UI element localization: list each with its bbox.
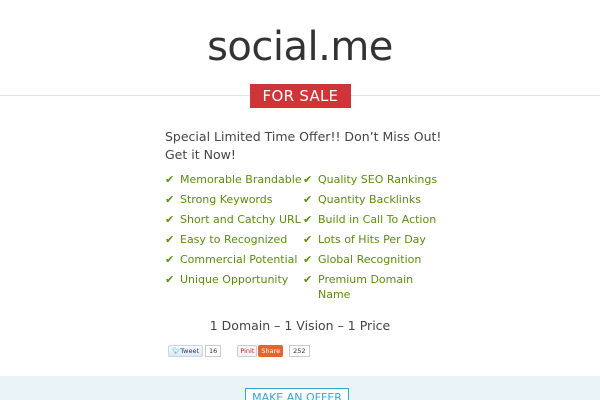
feature-item: ✔ Easy to Recognized <box>165 233 288 246</box>
social-buttons: 🐦︎Tweet 16 Pinit Share 252 <box>168 345 310 357</box>
feature-list: ✔ Memorable Brandable ✔ Strong Keywords ✔ S… <box>165 172 455 307</box>
check-icon: ✔ <box>303 193 313 206</box>
feature-item: ✔ Memorable Brandable <box>165 173 302 186</box>
offer-line-1: Special Limited Time Offer!! Don’t Miss … <box>165 129 442 144</box>
check-icon: ✔ <box>165 213 175 226</box>
feature-item: ✔ Commercial Potential <box>165 253 298 266</box>
check-icon: ✔ <box>165 273 175 286</box>
feature-column-right: ✔ Quality SEO Rankings ✔ Quantity Backlink… <box>303 172 441 307</box>
feature-item: ✔ Global Recognition <box>303 253 422 266</box>
for-sale-badge: FOR SALE <box>250 84 351 108</box>
header: social.me <box>0 0 600 96</box>
feature-item: ✔ Lots of Hits Per Day <box>303 233 426 246</box>
feature-item: ✔ Strong Keywords <box>165 193 273 206</box>
feature-item: ✔ Quantity Backlinks <box>303 193 421 206</box>
check-icon: ✔ <box>303 173 313 186</box>
feature-item: ✔ Quality SEO Rankings <box>303 173 438 186</box>
check-icon: ✔ <box>303 273 313 286</box>
domain-title: social.me <box>207 24 393 70</box>
pinit-button[interactable]: Pinit <box>237 345 258 357</box>
check-icon: ✔ <box>303 233 313 246</box>
feature-item: ✔ Short and Catchy URL <box>165 213 301 226</box>
share-button[interactable]: Share <box>258 345 284 357</box>
make-offer-button[interactable]: MAKE AN OFFER <box>245 388 349 400</box>
tagline: 1 Domain – 1 Vision – 1 Price <box>209 318 391 333</box>
feature-item: ✔ Premium Domain Name <box>303 273 414 301</box>
check-icon: ✔ <box>165 173 175 186</box>
feature-column-left: ✔ Memorable Brandable ✔ Strong Keywords ✔ S… <box>165 172 303 307</box>
share-count: 252 <box>289 345 310 357</box>
feature-item: ✔ Unique Opportunity <box>165 273 289 286</box>
tweet-button[interactable]: 🐦︎Tweet <box>168 345 204 357</box>
check-icon: ✔ <box>165 233 175 246</box>
offer-text: Special Limited Time Offer!! Don’t Miss … <box>165 128 455 164</box>
check-icon: ✔ <box>165 253 175 266</box>
check-icon: ✔ <box>303 213 313 226</box>
check-icon: ✔ <box>165 193 175 206</box>
offer-line-2: Get it Now! <box>165 147 236 162</box>
tweet-count: 16 <box>205 345 222 357</box>
feature-item: ✔ Build in Call To Action <box>303 213 437 226</box>
check-icon: ✔ <box>303 253 313 266</box>
